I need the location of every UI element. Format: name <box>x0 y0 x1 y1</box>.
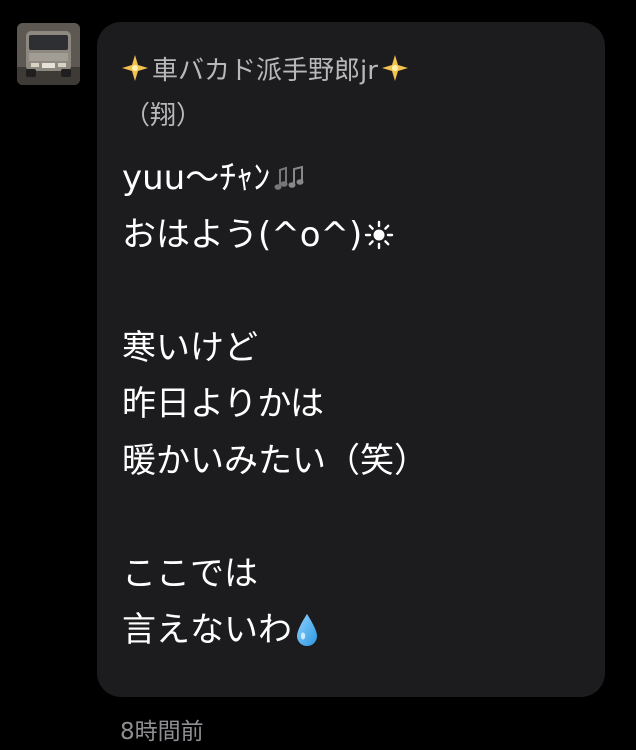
message-line: 寒いけど <box>122 320 592 377</box>
message-timestamp: 8時間前 <box>120 719 204 745</box>
message-text: 言えないわ <box>122 610 292 650</box>
message-text: おはよう(^o^) <box>122 214 363 255</box>
avatar[interactable] <box>17 23 80 85</box>
chat-message-row: 車バカド派手野郎jr （翔） yuu〜ﾁｬﾝ おはよう(^o^) 寒いけど 昨日… <box>0 0 636 750</box>
van-photo-avatar-icon <box>17 23 80 85</box>
message-text: 寒いけど <box>122 327 258 368</box>
message-line: yuu〜ﾁｬﾝ <box>122 150 592 207</box>
droplet-icon <box>294 612 320 648</box>
message-line: 暖かいみたい（笑） <box>122 433 592 490</box>
sender-subname: （翔） <box>124 101 203 131</box>
sparkle-icon <box>380 53 410 83</box>
sun-icon <box>364 220 394 250</box>
music-notes-icon <box>272 161 306 195</box>
message-line: 言えないわ <box>122 602 592 659</box>
message-line: おはよう(^o^) <box>122 207 592 264</box>
sparkle-icon <box>120 53 150 83</box>
message-text: 昨日よりかは <box>122 384 324 424</box>
message-line: 昨日よりかは <box>122 376 592 433</box>
message-body: yuu〜ﾁｬﾝ おはよう(^o^) 寒いけど 昨日よりかは 暖かいみたい（笑） … <box>122 150 592 659</box>
message-text: yuu〜ﾁｬﾝ <box>122 158 271 198</box>
message-text: ここでは <box>122 553 258 594</box>
sender-name-line: 車バカド派手野郎jr <box>120 48 410 88</box>
message-text: 暖かいみたい（笑） <box>122 440 428 481</box>
message-line: ここでは <box>122 546 592 603</box>
sender-name[interactable]: 車バカド派手野郎jr <box>152 50 378 87</box>
